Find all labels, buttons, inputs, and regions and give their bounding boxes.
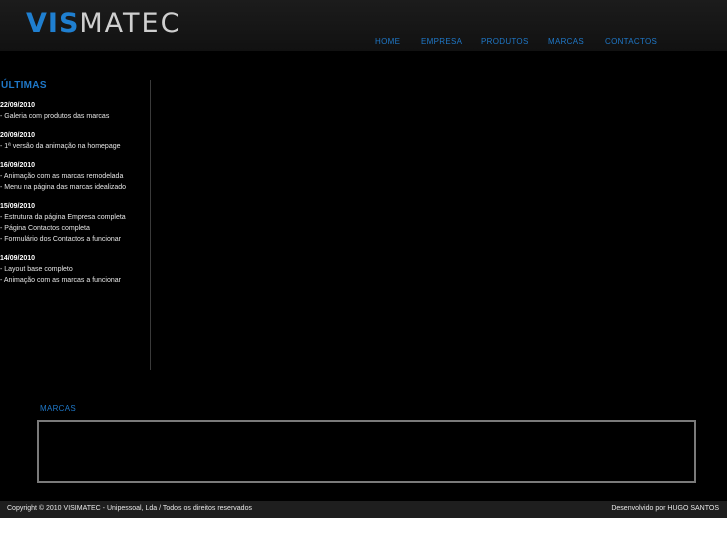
nav-empresa[interactable]: EMPRESA [421, 37, 462, 46]
news-item: - Menu na página das marcas idealizado [0, 184, 127, 191]
nav-contactos[interactable]: CONTACTOS [605, 37, 657, 46]
footer-copyright: Copyright © 2010 VISIMATEC - Unipessoal,… [7, 505, 252, 512]
sidebar-title: ÚLTIMAS [1, 80, 47, 91]
news-date: 14/09/2010 [0, 255, 36, 262]
main-nav: HOME EMPRESA PRODUTOS MARCAS CONTACTOS [0, 37, 727, 49]
nav-marcas[interactable]: MARCAS [548, 37, 584, 46]
news-item: - 1ª versão da animação na homepage [0, 143, 121, 150]
logo-part-matec: MATEC [79, 8, 182, 39]
logo-part-vis: VIS [26, 8, 80, 39]
news-entry: 14/09/2010 - Layout base completo - Anim… [0, 254, 150, 286]
news-item: - Animação com as marcas remodelada [0, 173, 124, 180]
news-date: 20/09/2010 [0, 132, 36, 139]
news-date: 16/09/2010 [0, 162, 36, 169]
marcas-carousel[interactable] [37, 420, 696, 483]
news-entry: 22/09/2010 - Galeria com produtos das ma… [0, 101, 150, 122]
nav-home[interactable]: HOME [375, 37, 400, 46]
news-sidebar: ÚLTIMAS 22/09/2010 - Galeria com produto… [0, 80, 151, 370]
news-item: - Galeria com produtos das marcas [0, 113, 110, 120]
news-date: 22/09/2010 [0, 102, 36, 109]
news-item: - Página Contactos completa [0, 225, 90, 232]
news-item: - Layout base completo [0, 266, 73, 273]
footer-credit[interactable]: Desenvolvido por HUGO SANTOS [611, 505, 719, 512]
news-entry: 16/09/2010 - Animação com as marcas remo… [0, 161, 150, 193]
page: VISMATEC HOME EMPRESA PRODUTOS MARCAS CO… [0, 0, 727, 518]
news-entry: 20/09/2010 - 1ª versão da animação na ho… [0, 131, 150, 152]
news-item: - Estrutura da página Empresa completa [0, 214, 126, 221]
news-item: - Formulário dos Contactos a funcionar [0, 236, 121, 243]
news-list: 22/09/2010 - Galeria com produtos das ma… [0, 101, 150, 295]
footer: Copyright © 2010 VISIMATEC - Unipessoal,… [0, 501, 727, 518]
news-item: - Animação com as marcas a funcionar [0, 277, 121, 284]
news-date: 15/09/2010 [0, 203, 36, 210]
marcas-section-title: MARCAS [40, 404, 77, 413]
nav-produtos[interactable]: PRODUTOS [481, 37, 529, 46]
header: VISMATEC HOME EMPRESA PRODUTOS MARCAS CO… [0, 0, 727, 51]
news-entry: 15/09/2010 - Estrutura da página Empresa… [0, 202, 150, 245]
